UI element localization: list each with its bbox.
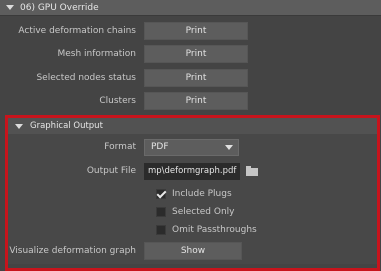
print-mesh-information-button[interactable]: Print bbox=[144, 45, 248, 63]
row-label: Active deformation chains bbox=[18, 26, 136, 36]
row-label: Selected nodes status bbox=[36, 73, 136, 83]
row-clusters: Clusters Print bbox=[0, 90, 381, 112]
print-clusters-button[interactable]: Print bbox=[144, 92, 248, 110]
row-active-deformation-chains: Active deformation chains Print bbox=[0, 20, 381, 42]
print-selected-nodes-status-button[interactable]: Print bbox=[144, 69, 248, 87]
row-mesh-information: Mesh information Print bbox=[0, 43, 381, 65]
row-selected-nodes-status: Selected nodes status Print bbox=[0, 67, 381, 89]
section-header-gpu-override[interactable]: 06) GPU Override bbox=[0, 0, 381, 16]
collapse-triangle-icon[interactable] bbox=[6, 5, 14, 10]
section-title: 06) GPU Override bbox=[20, 2, 99, 13]
print-active-deformation-chains-button[interactable]: Print bbox=[144, 22, 248, 40]
highlight-frame bbox=[5, 115, 380, 271]
row-label: Mesh information bbox=[57, 49, 137, 59]
row-label: Clusters bbox=[99, 96, 136, 106]
